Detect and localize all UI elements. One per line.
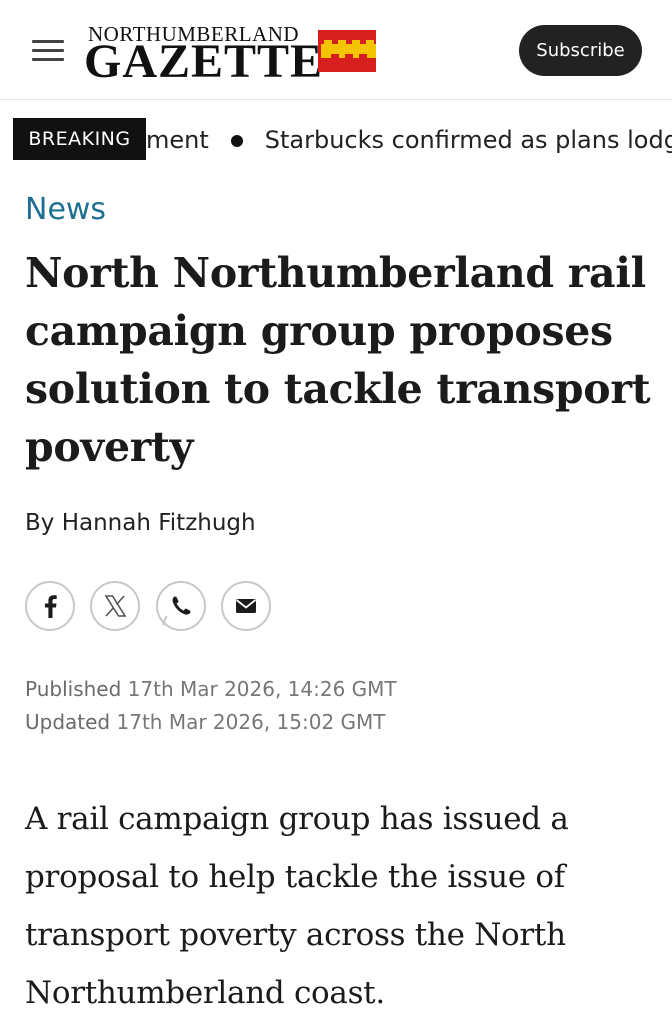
email-share-button[interactable]	[221, 581, 271, 631]
byline: By Hannah Fitzhugh	[25, 510, 256, 536]
byline-prefix: By	[25, 510, 55, 536]
updated-value: 17th Mar 2026, 15:02 GMT	[116, 710, 386, 734]
whatsapp-share-button[interactable]	[156, 581, 206, 631]
email-icon	[235, 599, 257, 613]
menu-bar	[32, 58, 64, 61]
author-link[interactable]: Hannah Fitzhugh	[62, 510, 256, 536]
northumberland-flag-icon	[318, 30, 376, 72]
site-logo[interactable]: NORTHUMBERLAND GAZETTE	[84, 18, 384, 88]
article-standfirst: A rail campaign group has issued a propo…	[25, 801, 569, 1011]
ticker-separator-icon	[230, 135, 243, 147]
whatsapp-icon	[162, 596, 191, 626]
updated-date: Updated 17th Mar 2026, 15:02 GMT	[25, 710, 386, 734]
breaking-badge: BREAKING	[13, 118, 146, 160]
updated-label: Updated	[25, 710, 111, 734]
x-share-button[interactable]	[90, 581, 140, 631]
facebook-share-button[interactable]	[25, 581, 75, 631]
article-headline: North Northumberland rail campaign group…	[25, 249, 651, 471]
site-header: NORTHUMBERLAND GAZETTE Subscribe	[0, 0, 672, 100]
x-icon	[104, 595, 127, 617]
menu-bar	[32, 40, 64, 43]
logo-text-main: GAZETTE	[84, 35, 324, 88]
published-date: Published 17th Mar 2026, 14:26 GMT	[25, 677, 397, 701]
menu-icon[interactable]	[32, 38, 64, 64]
ticker-item[interactable]: Starbucks confirmed as plans lodg	[265, 126, 672, 154]
menu-bar	[32, 49, 64, 52]
ticker-items[interactable]: ment Starbucks confirmed as plans lodg	[146, 126, 672, 154]
published-value: 17th Mar 2026, 14:26 GMT	[127, 677, 397, 701]
ticker-item[interactable]: ment	[146, 126, 209, 154]
facebook-icon	[45, 595, 57, 618]
subscribe-button[interactable]: Subscribe	[519, 25, 642, 76]
section-link-news[interactable]: News	[25, 192, 106, 227]
published-label: Published	[25, 677, 122, 701]
